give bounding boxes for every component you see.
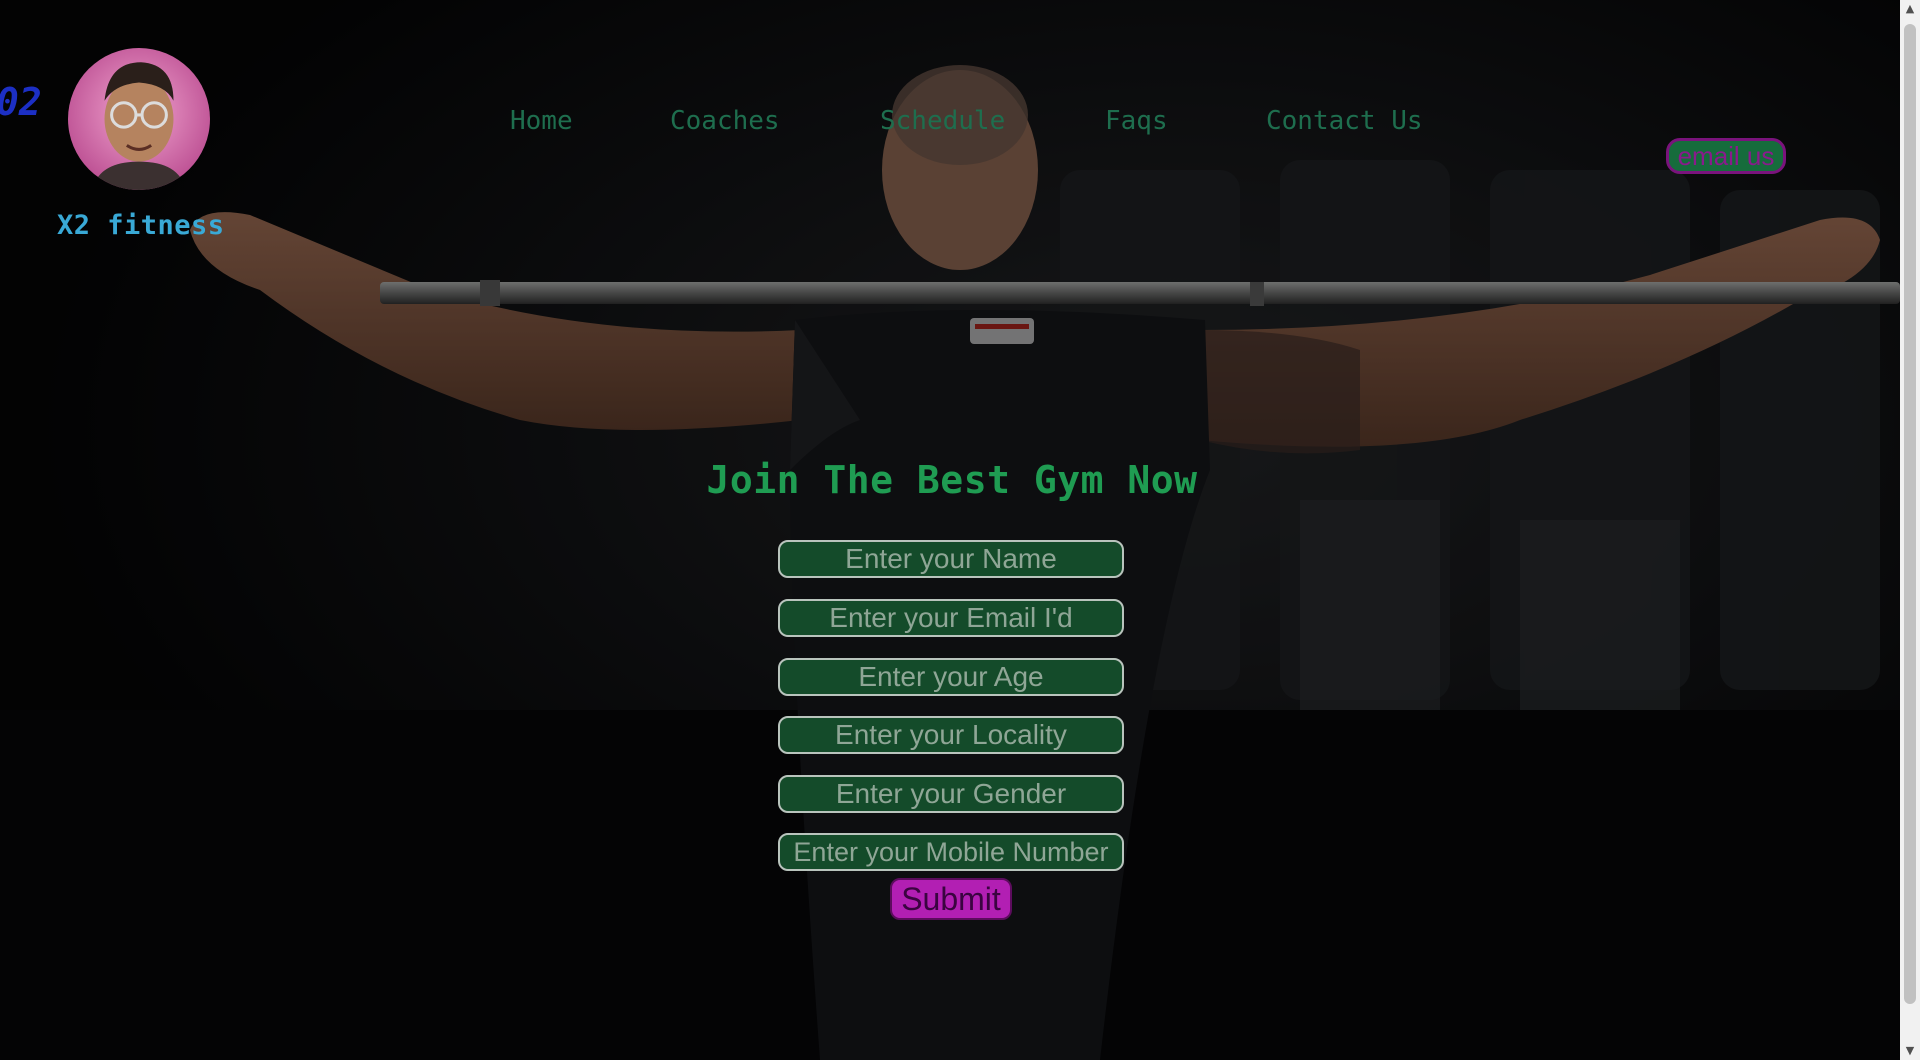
arrow-up-icon[interactable]: ▲ <box>1900 0 1920 18</box>
form-title: Join The Best Gym Now <box>706 458 1198 502</box>
nav-home[interactable]: Home <box>510 106 573 136</box>
email-field[interactable] <box>778 599 1124 637</box>
mobile-number-field[interactable] <box>778 833 1124 871</box>
arrow-down-icon[interactable]: ▼ <box>1900 1042 1920 1060</box>
nav-faqs[interactable]: Faqs <box>1105 106 1168 136</box>
nav-contact-us[interactable]: Contact Us <box>1266 106 1423 136</box>
page: 02 X2 fitness Home Coaches Schedule Faqs… <box>0 0 1920 1060</box>
vertical-scrollbar[interactable]: ▲ ▼ <box>1900 0 1920 1060</box>
locality-field[interactable] <box>778 716 1124 754</box>
submit-button[interactable]: Submit <box>890 878 1012 920</box>
brand-name: X2 fitness <box>57 210 225 241</box>
nav-coaches[interactable]: Coaches <box>670 106 780 136</box>
scrollbar-thumb[interactable] <box>1904 24 1916 1004</box>
main-nav: Home Coaches Schedule Faqs Contact Us <box>0 106 1900 140</box>
nav-schedule[interactable]: Schedule <box>880 106 1005 136</box>
email-us-button[interactable]: email us <box>1666 138 1786 174</box>
name-field[interactable] <box>778 540 1124 578</box>
age-field[interactable] <box>778 658 1124 696</box>
gender-field[interactable] <box>778 775 1124 813</box>
